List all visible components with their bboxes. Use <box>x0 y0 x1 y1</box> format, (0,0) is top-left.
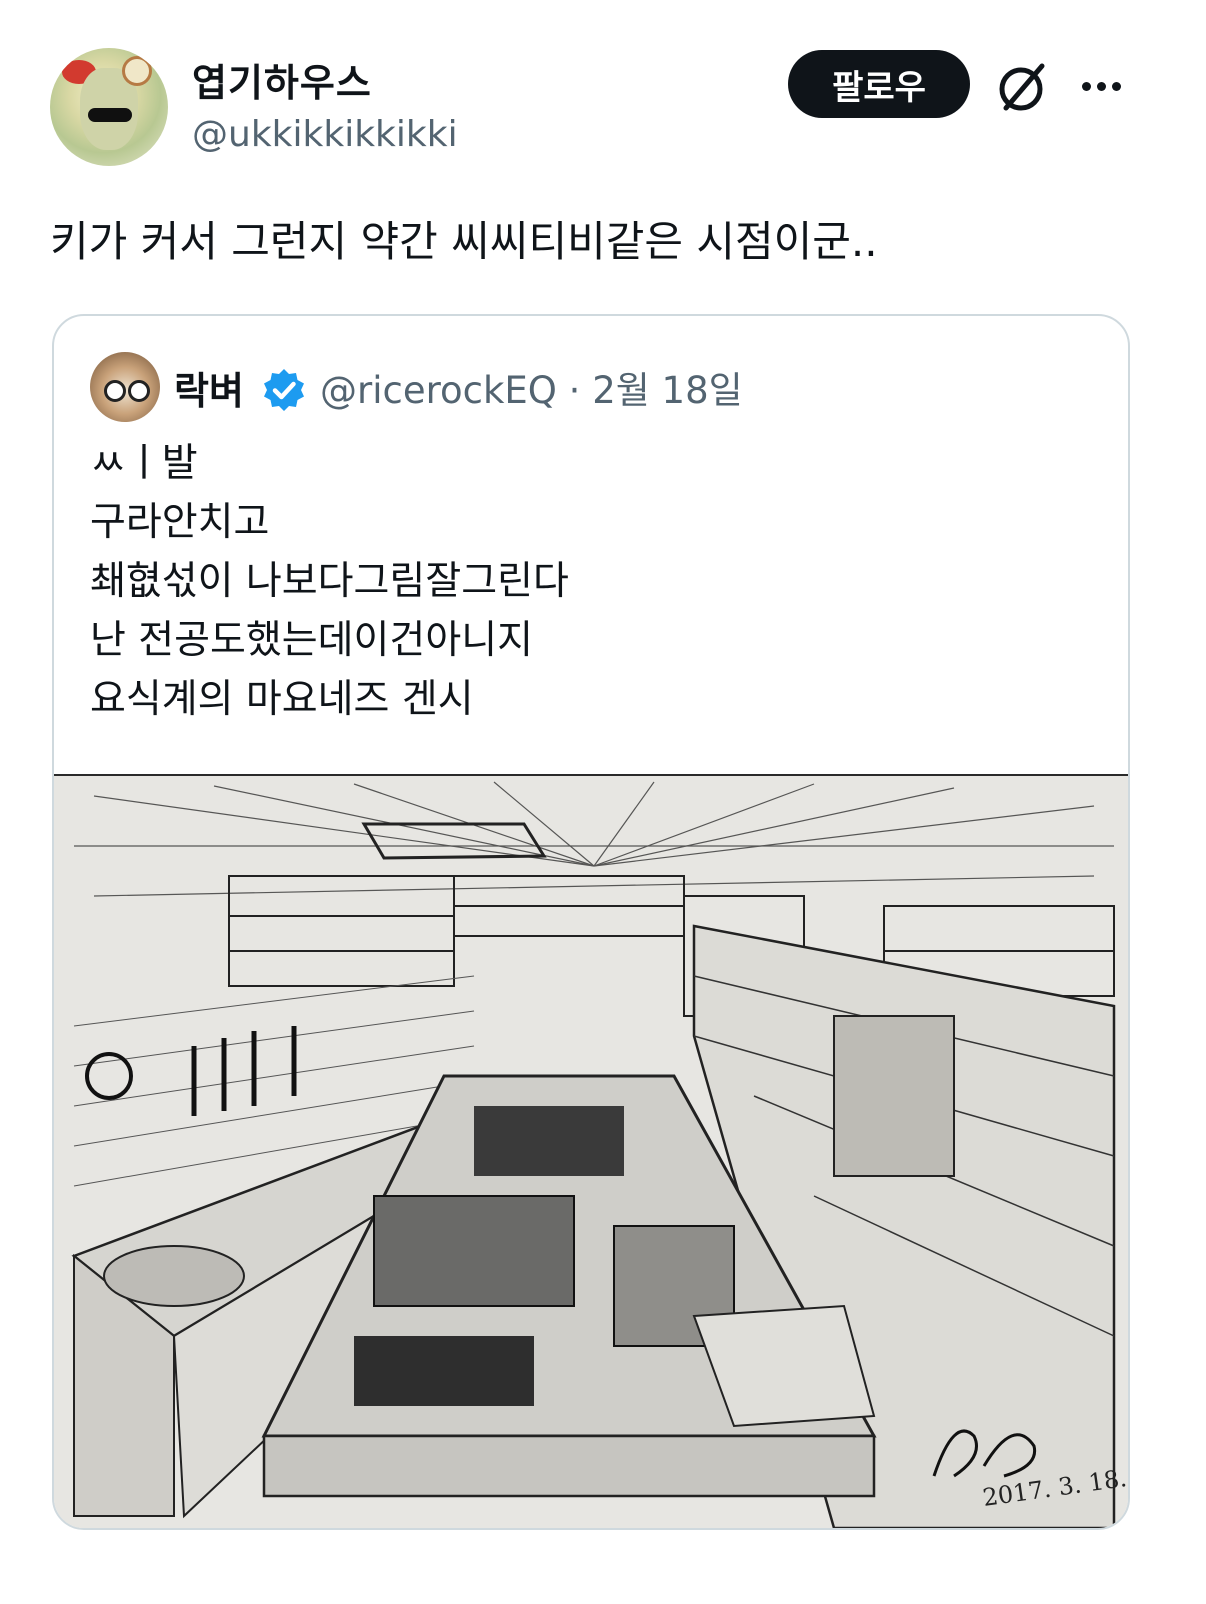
tweet-text: 키가 커서 그런지 약간 씨씨티비같은 시점이군.. <box>50 217 878 266</box>
more-horizontal-icon[interactable] <box>1074 62 1128 110</box>
quoted-text-line: ㅆㅣ발 <box>90 441 198 486</box>
grok-slash-icon[interactable] <box>994 58 1052 116</box>
quoted-text-line: 구라안치고 <box>90 500 270 545</box>
more-dot <box>1096 81 1106 91</box>
author-display-name[interactable]: 엽기하우스 <box>192 52 372 107</box>
quoted-author-name[interactable]: 락벼 <box>174 360 244 415</box>
avatar-flower <box>122 56 152 86</box>
quoted-text-line: 쵀혒섟이 나보다그림잘그린다 <box>90 559 569 604</box>
quoted-tweet-text: ㅆㅣ발 구라안치고 쵀혒섟이 나보다그림잘그린다 난 전공도했는데이건아니지 요… <box>90 434 569 729</box>
quoted-tweet-card[interactable]: 락벼 @ricerockEQ · 2월 18일 ㅆㅣ발 구라안치고 쵀혒섟이 나… <box>52 314 1130 1530</box>
avatar-eye <box>128 380 150 402</box>
quoted-text-line: 난 전공도했는데이건아니지 <box>90 618 533 663</box>
avatar-eye <box>104 380 126 402</box>
more-dot <box>1081 81 1091 91</box>
quoted-text-line: 요식계의 마요네즈 겐시 <box>90 677 474 722</box>
verified-badge-icon <box>264 369 304 411</box>
author-avatar[interactable] <box>50 48 168 166</box>
avatar-glasses <box>88 108 132 122</box>
author-handle[interactable]: @ukkikkikkikki <box>192 114 458 155</box>
more-dot <box>1111 81 1121 91</box>
follow-button[interactable]: 팔로우 <box>788 50 970 118</box>
quoted-handle-date[interactable]: @ricerockEQ · 2월 18일 <box>320 360 743 414</box>
kitchen-sketch-drawing: 2017. 3. 18. <box>54 776 1128 1528</box>
quoted-author-avatar[interactable] <box>90 352 160 422</box>
kitchen-sketch-image[interactable]: 2017. 3. 18. <box>54 774 1128 1528</box>
